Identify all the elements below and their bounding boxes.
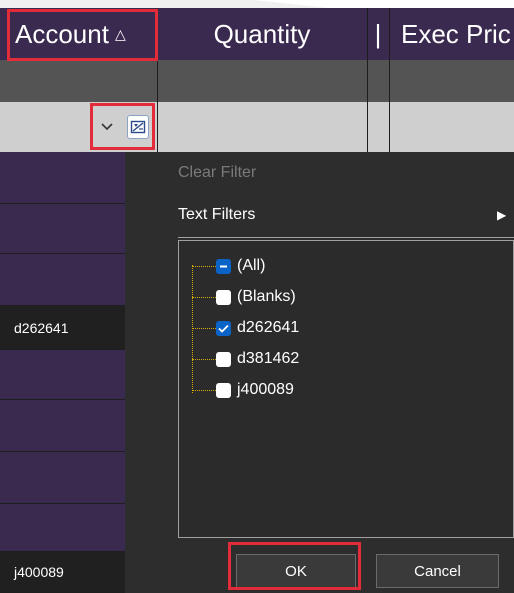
list-item-blanks[interactable]: (Blanks) xyxy=(192,286,296,308)
table-row[interactable] xyxy=(0,254,125,306)
filter-edit-button[interactable] xyxy=(127,115,149,139)
tree-connector xyxy=(192,296,216,298)
cancel-button[interactable]: Cancel xyxy=(376,554,499,588)
list-item-label: (Blanks) xyxy=(237,288,296,305)
list-item-label: (All) xyxy=(237,257,266,274)
column-divider xyxy=(367,8,368,152)
column-header-quantity[interactable]: Quantity xyxy=(157,8,367,60)
column-divider xyxy=(389,8,390,152)
list-item-label: d262641 xyxy=(237,319,300,336)
checked-checkbox[interactable] xyxy=(216,320,231,336)
tree-connector xyxy=(192,265,216,267)
list-item-d262641[interactable]: d262641 xyxy=(192,317,299,339)
tree-connector xyxy=(192,358,216,360)
column-header-narrow[interactable]: | xyxy=(367,8,389,60)
table-row[interactable] xyxy=(0,204,125,254)
table-row[interactable] xyxy=(0,400,125,452)
checkbox[interactable] xyxy=(216,289,231,305)
menu-separator xyxy=(178,237,514,238)
checkbox[interactable] xyxy=(216,382,231,398)
table-row[interactable]: j400089 xyxy=(0,552,125,593)
column-header-account-label: Account xyxy=(15,18,109,49)
filter-value-list[interactable]: (All) (Blanks) d262641 d381462 j400089 xyxy=(178,240,514,538)
tree-connector xyxy=(192,327,216,329)
chevron-down-icon[interactable] xyxy=(97,116,117,138)
cell-account: j400089 xyxy=(14,564,64,580)
table-row[interactable] xyxy=(0,504,125,552)
list-item-d381462[interactable]: d381462 xyxy=(192,348,299,370)
filter-edit-icon xyxy=(130,120,146,134)
table-row[interactable] xyxy=(0,350,125,400)
list-item-j400089[interactable]: j400089 xyxy=(192,379,294,401)
clear-filter-menu-item: Clear Filter xyxy=(178,164,257,181)
filter-popup: Clear Filter Text Filters ▶ (All) (Blank… xyxy=(125,152,514,593)
table-row[interactable]: d262641 xyxy=(0,306,125,350)
cell-account: d262641 xyxy=(14,319,69,336)
table-row[interactable] xyxy=(0,452,125,504)
list-item-label: j400089 xyxy=(237,381,294,398)
column-divider xyxy=(157,8,158,152)
text-filters-menu-item[interactable]: Text Filters xyxy=(178,206,255,224)
tree-connector xyxy=(192,389,216,391)
partial-checkbox[interactable] xyxy=(216,258,231,274)
column-header-account[interactable]: Account △ xyxy=(7,8,157,60)
list-item-label: d381462 xyxy=(237,350,300,367)
grid-row-blank xyxy=(0,60,514,102)
submenu-arrow-icon: ▶ xyxy=(497,208,507,222)
filter-row xyxy=(0,102,514,152)
grid-header: Account △ Quantity | Exec Pric xyxy=(0,8,514,60)
checkbox[interactable] xyxy=(216,351,231,367)
ok-button[interactable]: OK xyxy=(236,554,356,588)
sort-ascending-icon: △ xyxy=(114,25,126,42)
table-row[interactable] xyxy=(0,152,125,204)
list-item-all[interactable]: (All) xyxy=(192,255,265,277)
column-header-exec-price[interactable]: Exec Pric xyxy=(389,8,514,60)
